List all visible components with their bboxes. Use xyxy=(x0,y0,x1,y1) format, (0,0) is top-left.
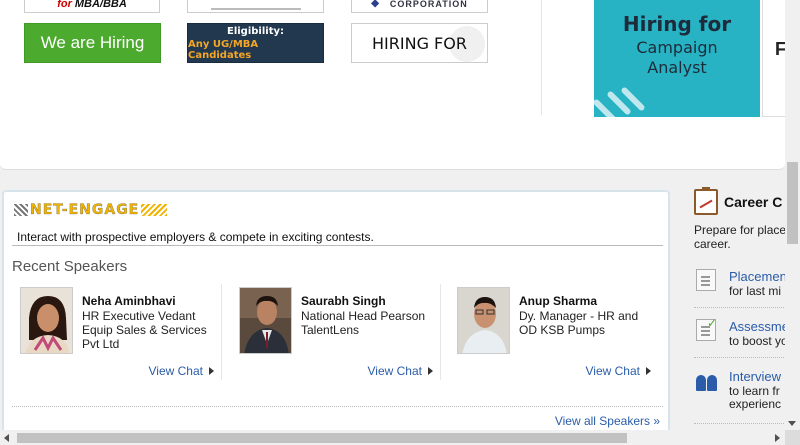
hiring-for-text: HIRING FOR xyxy=(372,33,467,53)
career-sidebar: Career C Prepare for place career. Place… xyxy=(690,185,785,435)
next-job-card[interactable]: F xyxy=(762,0,785,117)
engage-tagline: Interact with prospective employers & co… xyxy=(17,230,374,244)
vertical-scroll-thumb[interactable] xyxy=(787,162,798,244)
mba-banner-prefix: for xyxy=(57,0,72,10)
career-item-interview[interactable]: Interview to learn fr experienc xyxy=(694,367,785,427)
speaker-role: National Head Pearson TalentLens xyxy=(301,309,426,337)
checklist-icon xyxy=(696,316,717,341)
people-icon xyxy=(696,369,717,391)
campaign-card-title: Hiring for xyxy=(622,12,732,36)
corporation-logo-icon: ◆ xyxy=(371,0,380,9)
logo-left-pattern xyxy=(14,204,28,216)
career-item-desc: to learn fr experienc xyxy=(729,385,781,411)
view-chat-label: View Chat xyxy=(148,364,203,378)
career-title: Career C xyxy=(724,194,783,210)
speaker-role: Dy. Manager - HR and OD KSB Pumps xyxy=(519,309,639,337)
mba-banner-text: MBA/BBA xyxy=(74,0,127,10)
scrollbar-corner xyxy=(785,430,800,445)
speaker-photo[interactable] xyxy=(239,287,292,354)
campaign-analyst-card[interactable]: Hiring for Campaign Analyst xyxy=(594,0,760,117)
play-arrow-icon xyxy=(428,367,433,375)
career-intro-line: career. xyxy=(694,237,731,251)
speaker-role: HR Executive Vedant Equip Sales & Servic… xyxy=(82,309,207,351)
person-shape xyxy=(707,375,717,391)
section-divider xyxy=(12,406,663,407)
logo-right-pattern xyxy=(141,204,168,216)
play-arrow-icon xyxy=(646,367,651,375)
document-icon xyxy=(696,269,716,291)
banner-logo-line xyxy=(210,7,301,10)
section-divider xyxy=(12,245,663,246)
eligibility-subtitle: Any UG/MBA Candidates xyxy=(188,38,259,61)
speaker-separator xyxy=(440,284,441,380)
career-item-link[interactable]: Placemen xyxy=(729,269,785,284)
logo-text: NET-ENGAGE xyxy=(30,202,140,218)
career-intro: Prepare for place career. xyxy=(694,223,785,251)
career-header: Career C xyxy=(694,187,783,215)
career-item-assessment[interactable]: Assessme to boost yo xyxy=(694,316,785,359)
scroll-right-arrow-icon[interactable] xyxy=(775,434,780,442)
speaker-card: Anup Sharma Dy. Manager - HR and OD KSB … xyxy=(453,284,659,380)
career-item-desc-line: experienc xyxy=(729,397,782,411)
we-are-hiring-banner[interactable]: We are Hiring xyxy=(24,23,161,63)
career-item-placement[interactable]: Placemen for last mi xyxy=(694,267,785,309)
career-item-link[interactable]: Assessme xyxy=(729,319,785,334)
horizontal-scrollbar[interactable] xyxy=(0,430,800,445)
hiring-for-banner[interactable]: HIRING FOR xyxy=(351,23,488,63)
speaker-photo[interactable] xyxy=(457,287,510,354)
campaign-card-line2: Campaign xyxy=(636,38,718,57)
speaker-card: Neha Aminbhavi HR Executive Vedant Equip… xyxy=(16,284,222,380)
company-banner[interactable] xyxy=(187,0,324,13)
speaker-name: Anup Sharma xyxy=(519,294,598,308)
next-card-letter: F xyxy=(775,39,785,59)
speakers-list: Neha Aminbhavi HR Executive Vedant Equip… xyxy=(16,284,662,384)
view-chat-label: View Chat xyxy=(585,364,640,378)
recent-speakers-heading: Recent Speakers xyxy=(12,258,128,275)
view-chat-label: View Chat xyxy=(367,364,422,378)
career-divider xyxy=(694,357,785,358)
horizontal-scroll-thumb[interactable] xyxy=(17,433,627,443)
mba-bba-banner[interactable]: for MBA/BBA xyxy=(24,0,160,13)
corporation-banner[interactable]: ◆ CORPORATION xyxy=(351,0,488,13)
eligibility-banner[interactable]: Eligibility: Any UG/MBA Candidates xyxy=(187,23,324,63)
view-chat-link[interactable]: View Chat xyxy=(368,364,433,378)
eligibility-title: Eligibility: xyxy=(226,25,284,37)
jobs-banner-panel: for MBA/BBA ◆ CORPORATION We are Hiring … xyxy=(0,0,785,170)
career-item-desc: for last mi xyxy=(729,284,782,298)
career-item-desc: to boost yo xyxy=(729,334,785,348)
career-divider xyxy=(694,307,785,308)
view-all-speakers-link[interactable]: View all Speakers » xyxy=(555,414,660,428)
clipboard-chart-icon xyxy=(694,187,718,215)
career-divider xyxy=(694,423,785,424)
speaker-name: Neha Aminbhavi xyxy=(82,294,176,308)
play-arrow-icon xyxy=(209,367,214,375)
career-intro-line: Prepare for place xyxy=(694,223,785,237)
panel-divider xyxy=(541,0,542,115)
speaker-name: Saurabh Singh xyxy=(301,294,386,308)
net-engage-panel: NET-ENGAGE Interact with prospective emp… xyxy=(2,190,670,440)
speaker-card: Saurabh Singh National Head Pearson Tale… xyxy=(235,284,441,380)
career-item-link[interactable]: Interview xyxy=(729,369,781,384)
speaker-photo[interactable] xyxy=(20,287,73,354)
vertical-scrollbar[interactable] xyxy=(785,0,800,430)
net-engage-logo[interactable]: NET-ENGAGE xyxy=(14,200,168,220)
campaign-card-line3: Analyst xyxy=(647,58,707,77)
scroll-left-arrow-icon[interactable] xyxy=(4,434,9,442)
view-chat-link[interactable]: View Chat xyxy=(586,364,651,378)
corporation-banner-text: CORPORATION xyxy=(389,0,468,9)
person-shape xyxy=(696,375,706,391)
view-chat-link[interactable]: View Chat xyxy=(149,364,214,378)
scroll-down-arrow-icon[interactable] xyxy=(788,421,796,426)
speaker-separator xyxy=(221,284,222,380)
